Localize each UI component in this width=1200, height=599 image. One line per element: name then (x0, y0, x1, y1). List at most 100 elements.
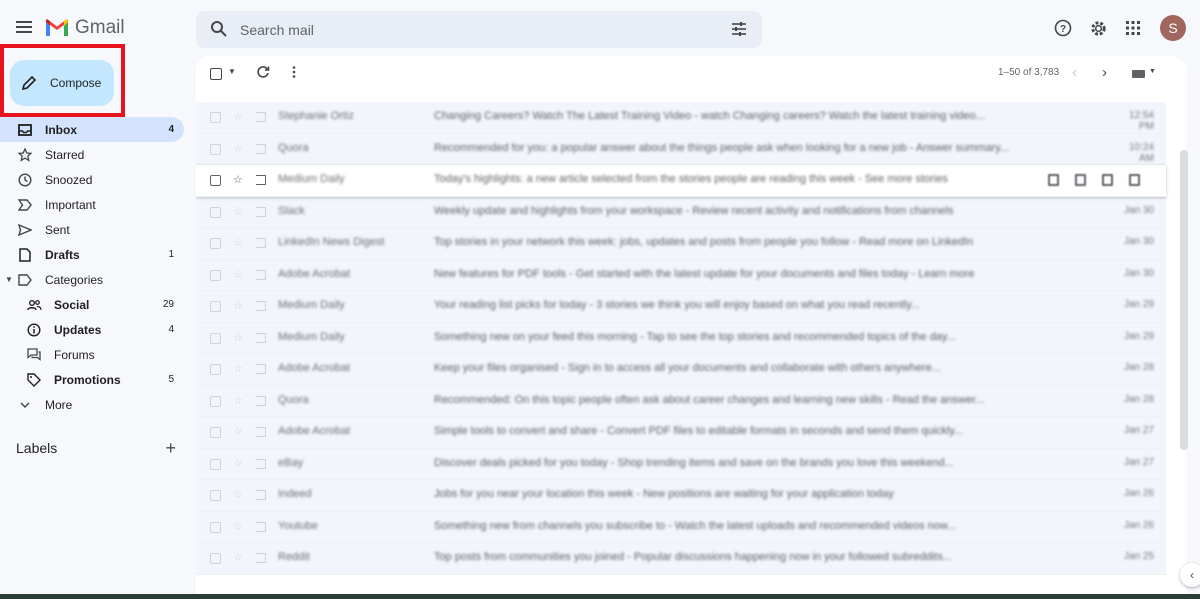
snooze-icon[interactable] (1129, 174, 1140, 186)
sidebar-item-important[interactable]: Important (0, 192, 184, 217)
star-icon[interactable]: ☆ (233, 236, 243, 249)
select-dropdown-caret-icon[interactable]: ▼ (228, 67, 236, 76)
row-checkbox[interactable] (210, 269, 221, 281)
sidebar-item-promotions[interactable]: Promotions 5 (0, 367, 184, 392)
compose-button[interactable]: Compose (10, 60, 114, 106)
input-tools-caret-icon[interactable]: ▼ (1149, 68, 1156, 75)
add-label-plus-icon[interactable]: + (165, 438, 176, 459)
important-marker-icon[interactable] (256, 301, 266, 311)
email-row[interactable]: ☆ Reddit Top posts from communities you … (196, 543, 1166, 575)
star-icon[interactable]: ☆ (233, 331, 243, 344)
row-checkbox[interactable] (210, 332, 221, 344)
email-row[interactable]: ☆ Adobe Acrobat New features for PDF too… (196, 259, 1166, 291)
row-checkbox[interactable] (210, 490, 221, 501)
sidebar-item-drafts[interactable]: Drafts 1 (0, 242, 184, 267)
row-checkbox[interactable] (210, 206, 221, 218)
next-page-chevron-icon[interactable]: › (1102, 64, 1107, 81)
sidebar-item-social[interactable]: Social 29 (0, 292, 184, 317)
search-options-icon[interactable] (730, 20, 748, 38)
star-icon[interactable]: ☆ (233, 142, 243, 155)
account-avatar[interactable]: S (1160, 15, 1186, 41)
expand-caret-icon[interactable]: ▼ (5, 275, 13, 284)
star-icon[interactable]: ☆ (233, 173, 243, 186)
more-options-vertical-icon[interactable] (287, 65, 301, 79)
email-row[interactable]: ☆ Youtube Something new from channels yo… (196, 511, 1166, 543)
important-marker-icon[interactable] (256, 458, 266, 469)
previous-page-chevron-icon[interactable]: ‹ (1072, 64, 1077, 81)
refresh-icon[interactable] (256, 65, 270, 79)
sidebar-item-updates[interactable]: Updates 4 (0, 317, 184, 342)
sidebar-item-sent[interactable]: Sent (0, 217, 184, 242)
sidebar-item-categories[interactable]: ▼ Categories (0, 267, 184, 292)
help-icon[interactable]: ? (1051, 16, 1075, 40)
row-checkbox[interactable] (210, 553, 221, 564)
search-input[interactable] (240, 11, 700, 48)
star-icon[interactable]: ☆ (233, 110, 243, 123)
star-icon[interactable]: ☆ (233, 457, 243, 470)
row-checkbox[interactable] (210, 458, 221, 470)
important-marker-icon[interactable] (256, 521, 266, 532)
important-marker-icon[interactable] (256, 332, 266, 343)
important-marker-icon[interactable] (256, 175, 266, 185)
email-row[interactable]: ☆ Adobe Acrobat Keep your files organise… (196, 354, 1166, 386)
email-row[interactable]: ☆ Slack Weekly update and highlights fro… (196, 196, 1166, 228)
row-checkbox[interactable] (210, 364, 221, 375)
important-marker-icon[interactable] (256, 269, 266, 280)
important-marker-icon[interactable] (256, 427, 266, 437)
email-row[interactable]: ☆ Stephanie Ortiz Changing Careers? Watc… (196, 102, 1166, 134)
star-icon[interactable]: ☆ (233, 520, 243, 533)
email-row[interactable]: ☆ Quora Recommended for you: a popular a… (196, 133, 1166, 165)
important-marker-icon[interactable] (256, 112, 266, 122)
important-marker-icon[interactable] (256, 238, 266, 248)
row-checkbox[interactable] (210, 395, 221, 407)
email-row-hovered[interactable]: ☆ Medium Daily Today's highlights: a new… (196, 165, 1166, 197)
row-checkbox[interactable] (210, 427, 221, 438)
row-checkbox[interactable] (210, 175, 221, 186)
apps-grid-icon[interactable] (1121, 16, 1145, 40)
sidebar-item-forums[interactable]: Forums (0, 342, 184, 367)
star-icon[interactable]: ☆ (233, 205, 243, 218)
important-marker-icon[interactable] (256, 143, 266, 154)
star-icon[interactable]: ☆ (233, 268, 243, 281)
row-checkbox[interactable] (210, 521, 221, 533)
important-marker-icon[interactable] (256, 553, 266, 563)
gmail-logo[interactable]: Gmail (45, 17, 125, 39)
settings-gear-icon[interactable] (1086, 16, 1110, 40)
important-marker-icon[interactable] (256, 364, 266, 374)
email-row[interactable]: ☆ Adobe Acrobat Simple tools to convert … (196, 417, 1166, 449)
star-icon[interactable]: ☆ (233, 394, 243, 407)
row-checkbox[interactable] (210, 301, 221, 312)
email-row[interactable]: ☆ Quora Recommended: On this topic peopl… (196, 385, 1166, 417)
sidebar-item-starred[interactable]: Starred (0, 142, 184, 167)
important-marker-icon[interactable] (256, 490, 266, 500)
side-panel-toggle-chevron-icon[interactable]: ‹ (1180, 563, 1200, 587)
email-row[interactable]: ☆ LinkedIn News Digest Top stories in yo… (196, 228, 1166, 260)
email-row[interactable]: ☆ eBay Discover deals picked for you tod… (196, 448, 1166, 480)
sidebar-item-snoozed[interactable]: Snoozed (0, 167, 184, 192)
star-icon[interactable]: ☆ (233, 299, 243, 312)
star-icon[interactable]: ☆ (233, 551, 243, 564)
email-row[interactable]: ☆ Medium Daily Your reading list picks f… (196, 291, 1166, 323)
email-row[interactable]: ☆ Indeed Jobs for you near your location… (196, 480, 1166, 512)
important-marker-icon[interactable] (256, 395, 266, 406)
important-marker-icon[interactable] (256, 206, 266, 217)
main-menu-icon[interactable] (12, 17, 36, 41)
delete-icon[interactable] (1075, 174, 1086, 186)
mark-read-icon[interactable] (1102, 174, 1113, 186)
sidebar-item-inbox[interactable]: Inbox 4 (0, 117, 184, 142)
archive-icon[interactable] (1048, 174, 1059, 186)
row-checkbox[interactable] (210, 143, 221, 155)
mail-toolbar: ▼ 1–50 of 3,783 ‹ › ▼ (196, 56, 1186, 96)
row-checkbox[interactable] (210, 238, 221, 249)
star-icon[interactable]: ☆ (233, 425, 243, 438)
star-icon[interactable]: ☆ (233, 362, 243, 375)
search-bar[interactable] (196, 11, 762, 48)
row-checkbox[interactable] (210, 112, 221, 123)
sidebar-item-more[interactable]: More (0, 392, 184, 417)
search-icon[interactable] (210, 20, 228, 38)
select-all-checkbox[interactable] (210, 68, 222, 80)
vertical-scrollbar[interactable] (1180, 150, 1188, 450)
email-row[interactable]: ☆ Medium Daily Something new on your fee… (196, 322, 1166, 354)
input-tools-keyboard-icon[interactable] (1132, 70, 1145, 78)
star-icon[interactable]: ☆ (233, 488, 243, 501)
